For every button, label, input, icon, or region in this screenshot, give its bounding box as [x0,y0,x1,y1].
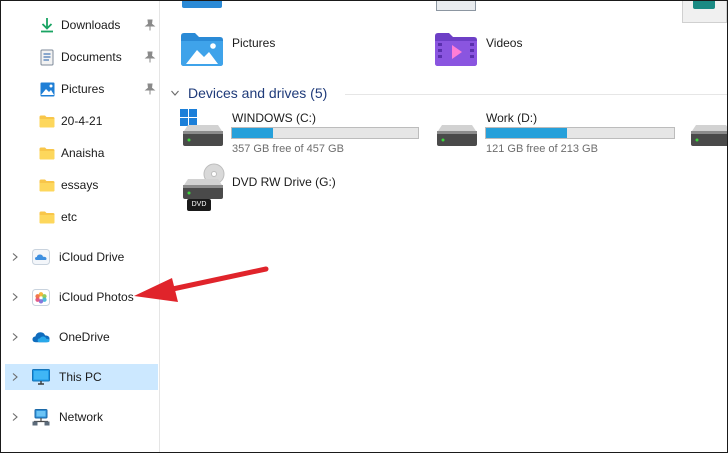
chevron-right-icon[interactable] [10,292,20,302]
chevron-right-icon[interactable] [10,332,20,342]
sidebar-item-label: etc [61,210,78,224]
chevron-down-icon[interactable] [170,88,180,98]
drive-usage-bar [231,127,419,139]
pictures-folder-icon [180,31,224,70]
folder-tile-videos[interactable]: Videos [434,31,522,70]
pin-icon[interactable] [144,51,156,63]
drive-usage-fill [232,128,273,138]
chevron-right-icon[interactable] [10,412,20,422]
dvd-badge: DVD [191,201,207,208]
content-pane: Pictures Videos Devices and drives (5) W… [160,1,727,452]
sidebar-item-onedrive[interactable]: OneDrive [5,324,158,350]
hard-drive-icon [691,125,727,146]
sidebar-item-network[interactable]: Network [5,404,158,430]
windows-drive-icon [180,109,226,152]
drive-name: DVD RW Drive (G:) [232,175,336,189]
drive-name: Work (D:) [486,111,538,125]
sidebar-item-anaisha[interactable]: Anaisha [5,140,158,166]
sidebar-item-20-4-21[interactable]: 20-4-21 [5,108,158,134]
partial-folder-tile [682,1,727,23]
sidebar-item-label: iCloud Photos [59,290,134,304]
network-icon [32,408,50,426]
drive-d[interactable]: Work (D:) 121 GB free of 213 GB [434,109,679,159]
section-divider [345,94,727,95]
drive-free-space: 357 GB free of 457 GB [232,143,344,155]
folder-icon [38,144,56,162]
sidebar-item-pictures[interactable]: Pictures [5,76,158,102]
pictures-icon [38,80,56,98]
sidebar-item-icloud-photos[interactable]: iCloud Photos [5,284,158,310]
sidebar-item-label: 20-4-21 [61,114,103,128]
sidebar-item-label: Documents [61,50,122,64]
sidebar-item-label: This PC [59,370,102,384]
this-pc-icon [32,368,50,386]
sidebar-item-this-pc[interactable]: This PC [5,364,158,390]
sidebar-item-documents[interactable]: Documents [5,44,158,70]
sidebar-item-icloud-drive[interactable]: iCloud Drive [5,244,158,270]
folder-tile-pictures[interactable]: Pictures [180,31,275,70]
partial-folder-icon [182,1,222,8]
sidebar-item-label: Pictures [61,82,105,96]
folder-label: Videos [486,35,523,50]
sidebar-item-label: iCloud Drive [59,250,125,264]
folder-icon [38,176,56,194]
videos-folder-icon [434,31,478,70]
drive-name: WINDOWS (C:) [232,111,316,125]
sidebar-item-etc[interactable]: etc [5,204,158,230]
sidebar-item-label: essays [61,178,99,192]
drive-usage-bar [485,127,675,139]
onedrive-icon [32,328,50,346]
folder-icon [38,208,56,226]
partial-folder-icon [436,1,476,11]
sidebar-item-label: OneDrive [59,330,110,344]
section-title: Devices and drives (5) [188,85,328,101]
drive-free-space: 121 GB free of 213 GB [486,143,598,155]
sidebar-item-label: Downloads [61,18,121,32]
drive-g[interactable]: DVD DVD RW Drive (G:) [180,163,380,213]
sidebar-item-label: Anaisha [61,146,105,160]
folder-label: Pictures [232,35,276,50]
hard-drive-icon [434,109,480,152]
sidebar-item-essays[interactable]: essays [5,172,158,198]
pin-icon[interactable] [144,19,156,31]
icloud-drive-icon [32,248,50,266]
chevron-right-icon[interactable] [10,252,20,262]
drive-partial[interactable] [688,119,727,149]
drive-usage-fill [486,128,567,138]
download-icon [38,16,56,34]
pin-icon[interactable] [144,83,156,95]
navigation-pane: Downloads Documents Pictures 20-4-21 Ana… [1,1,159,452]
sidebar-item-label: Network [59,410,104,424]
chevron-right-icon[interactable] [10,372,20,382]
drive-c[interactable]: WINDOWS (C:) 357 GB free of 457 GB [180,109,420,159]
folder-icon [38,112,56,130]
devices-drives-header[interactable]: Devices and drives (5) [170,83,327,103]
sidebar-item-downloads[interactable]: Downloads [5,12,158,38]
icloud-photos-icon [32,288,50,306]
documents-icon [38,48,56,66]
